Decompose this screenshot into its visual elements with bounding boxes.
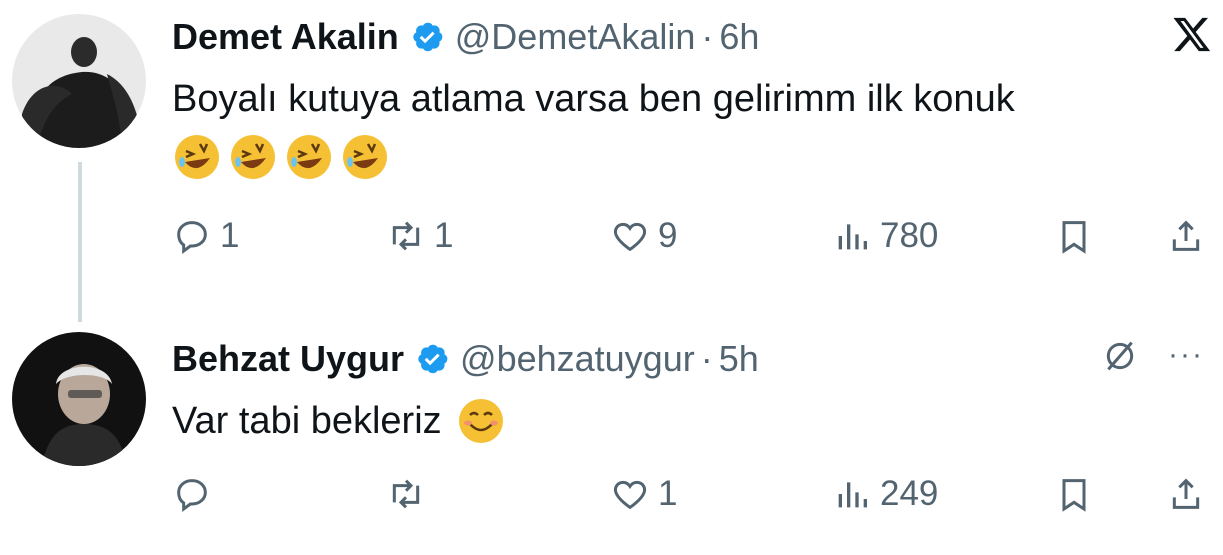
retweet-button[interactable]: 1	[386, 216, 453, 256]
rofl-emoji-icon	[231, 135, 275, 179]
emoji-row	[172, 132, 390, 182]
bookmark-icon	[1062, 479, 1086, 512]
separator-dot: ·	[701, 16, 714, 57]
x-logo-icon[interactable]	[1172, 14, 1212, 59]
retweet-icon	[392, 479, 420, 509]
author-name[interactable]: Demet Akalin	[172, 16, 399, 58]
tweet-text: Var tabi bekleriz	[172, 399, 442, 442]
author-name[interactable]: Behzat Uygur	[172, 338, 404, 380]
verified-badge-icon	[418, 344, 448, 374]
author-handle[interactable]: @behzatuygur	[460, 338, 695, 380]
tweet-text: Boyalı kutuya atlama varsa ben gelirimm …	[172, 78, 1015, 120]
tweet2-header: Behzat Uygur @behzatuygur · 5h	[172, 338, 759, 380]
reply-button[interactable]	[172, 474, 220, 514]
share-icon	[1172, 220, 1200, 251]
views-button[interactable]: 249	[832, 474, 938, 514]
like-button[interactable]: 1	[610, 474, 677, 514]
tweet2-body: Var tabi bekleriz	[172, 396, 506, 446]
share-icon	[1172, 478, 1200, 509]
author-handle[interactable]: @DemetAkalin	[455, 16, 696, 58]
share-button[interactable]	[1166, 216, 1206, 256]
avatar-behzat[interactable]	[12, 332, 146, 466]
views-icon	[838, 224, 867, 250]
views-icon	[838, 482, 867, 508]
more-options-icon[interactable]: ···	[1168, 338, 1204, 372]
retweet-count: 1	[434, 216, 454, 255]
thread-line	[78, 162, 82, 322]
smiling-face-emoji-icon	[458, 399, 503, 443]
bookmark-button[interactable]	[1054, 474, 1094, 514]
heart-icon	[613, 480, 647, 510]
reply-icon	[177, 479, 207, 512]
views-count: 780	[880, 216, 939, 255]
heart-icon	[613, 222, 647, 252]
views-button[interactable]: 780	[832, 216, 938, 256]
reply-button[interactable]: 1	[172, 216, 239, 256]
like-count: 1	[658, 474, 678, 513]
reply-icon	[177, 221, 207, 254]
avatar-demet[interactable]	[12, 14, 146, 148]
grok-icon[interactable]	[1100, 336, 1140, 381]
separator-dot: ·	[700, 338, 713, 379]
views-count: 249	[880, 474, 939, 513]
like-button[interactable]: 9	[610, 216, 677, 256]
rofl-emoji-icon	[175, 135, 219, 179]
retweet-icon	[392, 221, 420, 251]
reply-count: 1	[220, 216, 240, 255]
bookmark-icon	[1062, 221, 1086, 254]
like-count: 9	[658, 216, 678, 255]
retweet-button[interactable]	[386, 474, 434, 514]
rofl-emoji-icon	[287, 135, 331, 179]
share-button[interactable]	[1166, 474, 1206, 514]
bookmark-button[interactable]	[1054, 216, 1094, 256]
tweet1-header: Demet Akalin @DemetAkalin · 6h	[172, 16, 759, 58]
verified-badge-icon	[413, 22, 443, 52]
rofl-emoji-icon	[343, 135, 387, 179]
timestamp[interactable]: 5h	[719, 338, 759, 380]
timestamp[interactable]: 6h	[719, 16, 759, 58]
